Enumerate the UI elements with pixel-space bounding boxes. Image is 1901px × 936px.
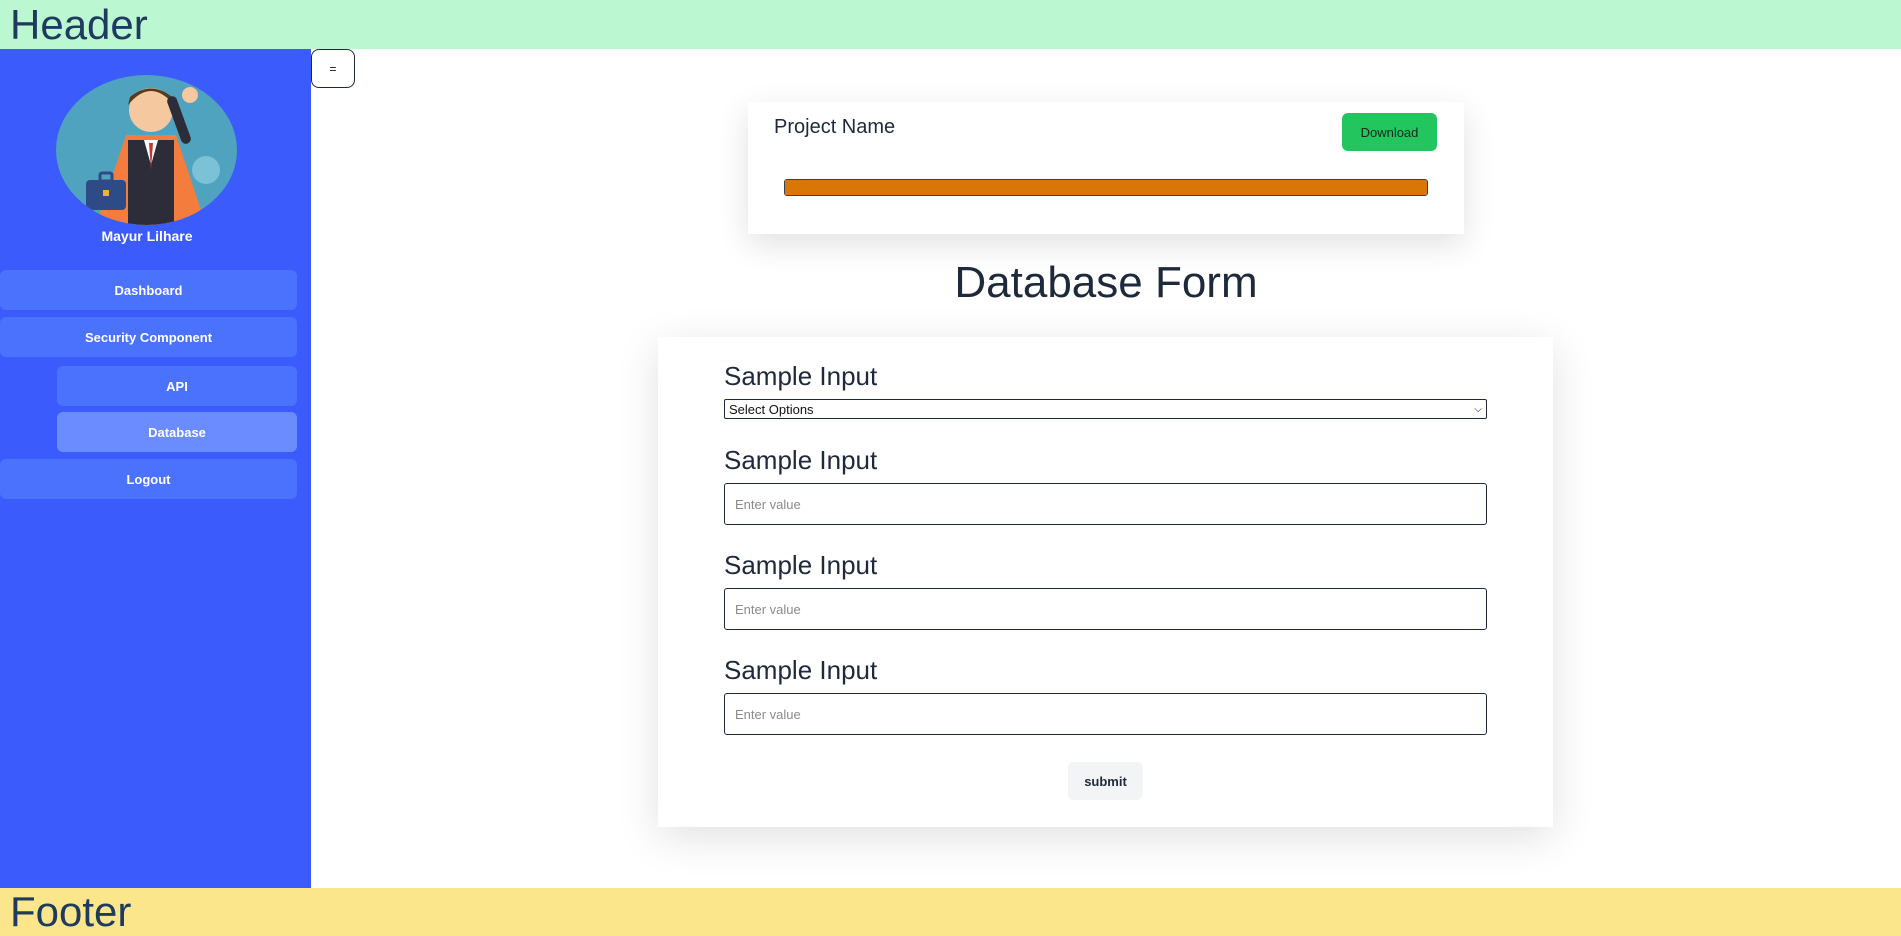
input-field-label: Sample Input bbox=[724, 655, 878, 685]
sidebar: Mayur Lilhare Dashboard Security Compone… bbox=[0, 49, 311, 888]
sidebar-item-api[interactable]: API bbox=[57, 366, 297, 406]
form-heading: Database Form bbox=[954, 258, 1258, 307]
project-name: Project Name bbox=[774, 116, 896, 138]
options-select[interactable]: Select Options ⌵ bbox=[724, 399, 1487, 419]
page-footer: Footer bbox=[0, 888, 1901, 936]
sidebar-toggle-button[interactable]: = bbox=[311, 49, 355, 88]
select-value: Select Options bbox=[729, 401, 814, 417]
avatar bbox=[56, 75, 237, 225]
progress-bar-fill bbox=[785, 180, 1427, 195]
sidebar-item-label: API bbox=[166, 378, 188, 394]
download-button[interactable]: Download bbox=[1342, 113, 1437, 151]
input-field-label: Sample Input bbox=[724, 550, 878, 580]
sample-input-1[interactable] bbox=[724, 483, 1487, 525]
sidebar-item-security-component[interactable]: Security Component bbox=[0, 317, 297, 357]
sidebar-item-label: Security Component bbox=[84, 329, 213, 345]
header-title: Header bbox=[10, 0, 148, 48]
select-field-label: Sample Input bbox=[724, 361, 878, 391]
submit-button[interactable]: submit bbox=[1068, 762, 1143, 800]
sidebar-item-label: Logout bbox=[126, 471, 171, 487]
sidebar-item-label: Database bbox=[148, 424, 206, 440]
project-card: Project Name Download bbox=[748, 102, 1464, 234]
progress-bar bbox=[784, 179, 1428, 196]
footer-title: Footer bbox=[10, 888, 132, 935]
database-form: Sample Input Select Options ⌵ Sample Inp… bbox=[658, 337, 1553, 827]
sidebar-item-label: Dashboard bbox=[114, 282, 183, 298]
sidebar-item-database[interactable]: Database bbox=[57, 412, 297, 452]
chevron-down-icon: ⌵ bbox=[1474, 403, 1482, 415]
sample-input-3[interactable] bbox=[724, 693, 1487, 735]
page-header: Header bbox=[0, 0, 1901, 49]
sidebar-item-logout[interactable]: Logout bbox=[0, 459, 297, 499]
username: Mayur Lilhare bbox=[101, 228, 193, 244]
input-field-label: Sample Input bbox=[724, 445, 878, 475]
sidebar-item-dashboard[interactable]: Dashboard bbox=[0, 270, 297, 310]
sample-input-2[interactable] bbox=[724, 588, 1487, 630]
